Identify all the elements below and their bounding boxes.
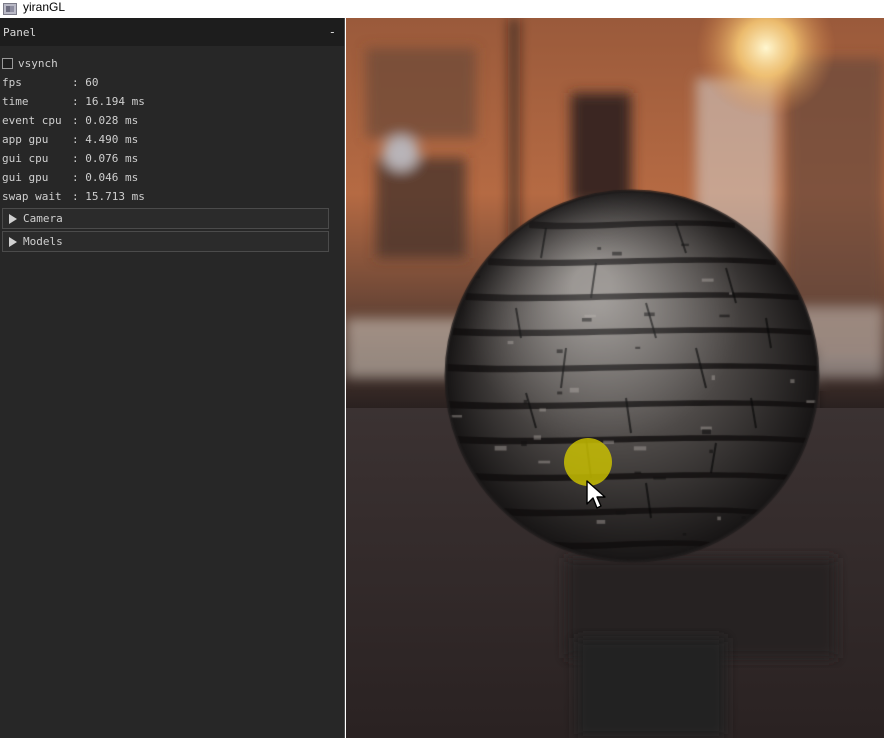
collapse-button[interactable]: - [329, 25, 336, 39]
panel-header[interactable]: Panel - [0, 18, 344, 46]
stat-row-time: time : 16.194 ms [2, 92, 344, 111]
section-label-models: Models [23, 235, 63, 248]
stat-label: event cpu [2, 114, 62, 127]
stat-row-gui-cpu: gui cpu : 0.076 ms [2, 149, 344, 168]
vsync-row[interactable]: vsynch [2, 54, 344, 73]
vsync-label: vsynch [18, 57, 58, 70]
stat-row-fps: fps : 60 [2, 73, 344, 92]
stat-label: gui cpu [2, 152, 49, 165]
stat-label: time [2, 95, 29, 108]
section-camera[interactable]: Camera [2, 208, 329, 229]
window-title: yiranGL [23, 0, 66, 14]
stat-value: : 0.046 ms [72, 171, 139, 184]
stat-value: : 16.194 ms [72, 95, 145, 108]
stat-value: : 0.028 ms [72, 114, 139, 127]
section-label-camera: Camera [23, 212, 63, 225]
debug-panel: Panel - vsynch fps : 60 time : 16.194 ms e… [0, 18, 345, 738]
section-models[interactable]: Models [2, 231, 329, 252]
stat-label: swap wait [2, 190, 62, 203]
3d-viewport[interactable] [346, 18, 884, 738]
stat-value: : 0.076 ms [72, 152, 139, 165]
cursor-highlight [564, 438, 612, 486]
stat-label: app gpu [2, 133, 49, 146]
title-bar: yiranGL [0, 0, 884, 18]
triangle-right-icon [9, 213, 17, 224]
stat-row-gui-gpu: gui gpu : 0.046 ms [2, 168, 344, 187]
vsync-checkbox[interactable] [2, 58, 13, 69]
mouse-pointer-icon [586, 480, 606, 509]
triangle-right-icon [9, 236, 17, 247]
stone-sphere [346, 18, 884, 738]
stat-label: gui gpu [2, 171, 49, 184]
stat-value: : 60 [72, 76, 99, 89]
app-icon [3, 3, 17, 15]
stat-row-app-gpu: app gpu : 4.490 ms [2, 130, 344, 149]
panel-title: Panel [3, 25, 37, 39]
stat-row-event-cpu: event cpu : 0.028 ms [2, 111, 344, 130]
stat-value: : 15.713 ms [72, 190, 145, 203]
stat-row-swap-wait: swap wait : 15.713 ms [2, 187, 344, 206]
stat-label: fps [2, 76, 22, 89]
panel-body: vsynch fps : 60 time : 16.194 ms event cpu… [0, 46, 344, 252]
stat-value: : 4.490 ms [72, 133, 139, 146]
